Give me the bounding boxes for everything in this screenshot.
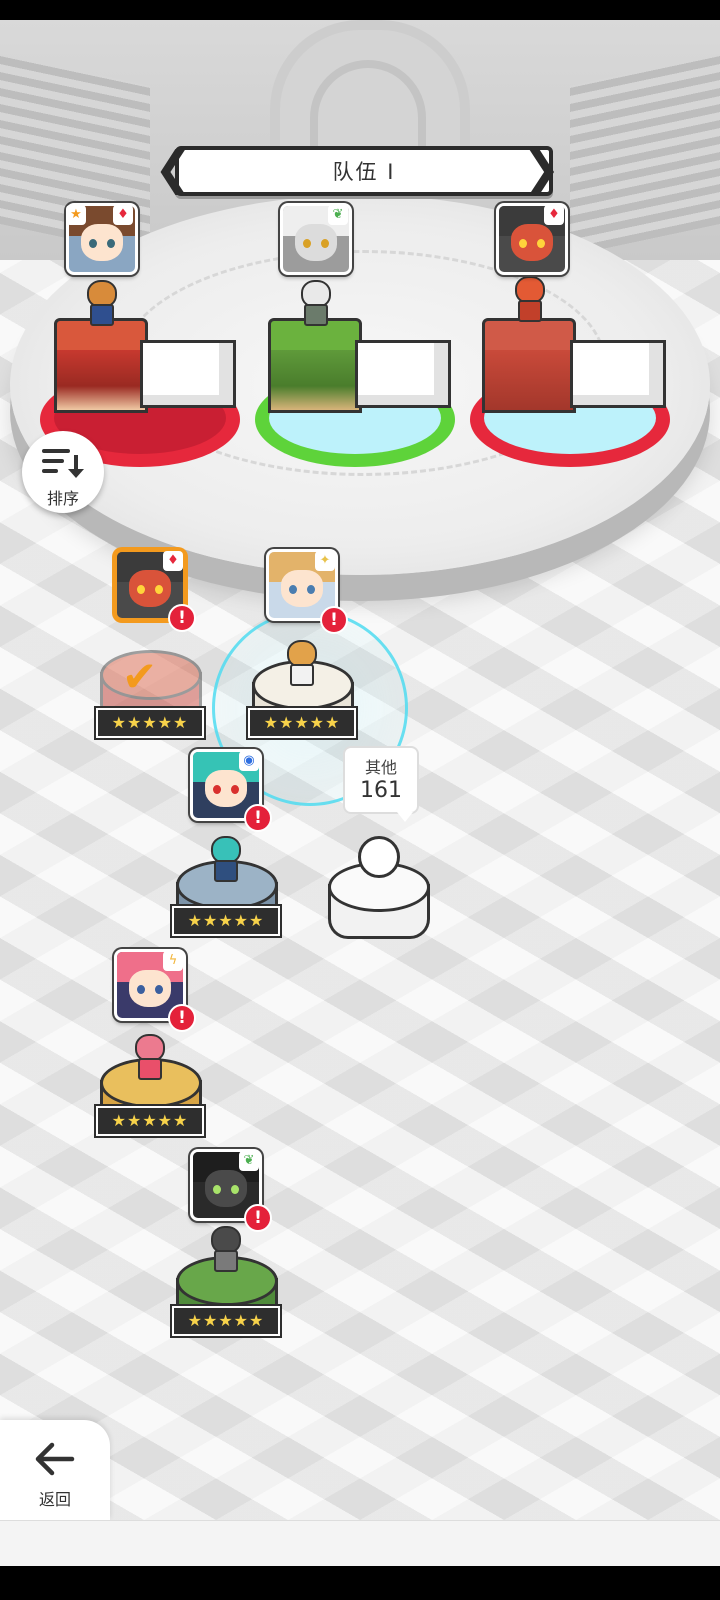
bottom-panel — [0, 1520, 720, 1567]
sort-button[interactable]: 排序 — [22, 431, 104, 513]
system-nav-bar — [0, 1566, 720, 1600]
alert-badge: ! — [320, 606, 348, 634]
team-name: 队伍 I — [332, 160, 396, 184]
star-rating: ★★★★★ — [172, 1306, 280, 1336]
alert-badge: ! — [244, 1204, 272, 1232]
alert-badge: ! — [244, 804, 272, 832]
heart-icon: ♦ — [544, 205, 564, 225]
status-bar — [0, 0, 720, 20]
alert-badge: ! — [168, 1004, 196, 1032]
pedestal-base — [54, 350, 148, 413]
pedestal-base — [482, 350, 576, 413]
star-rating: ★★★★★ — [96, 708, 204, 738]
checkmark-icon: ✔ — [122, 652, 158, 701]
character-sprite — [130, 1034, 166, 1080]
character-sprite — [282, 640, 318, 686]
team-name-banner: 队伍 I — [175, 146, 553, 196]
empty-cube — [140, 340, 236, 408]
silhouette-icon — [358, 836, 400, 878]
leaf-icon: ❦ — [328, 205, 348, 225]
heart-icon: ♦ — [163, 551, 183, 571]
star-rating: ★★★★★ — [248, 708, 356, 738]
character-sprite — [206, 836, 242, 882]
sort-descending-icon — [42, 449, 84, 478]
character-sprite — [296, 280, 332, 326]
heart-icon: ♦ — [113, 205, 133, 225]
others-tooltip[interactable]: 其他 161 — [343, 746, 419, 822]
alert-badge: ! — [168, 604, 196, 632]
character-sprite — [206, 1226, 242, 1272]
star-icon: ★ — [66, 205, 86, 225]
back-button[interactable]: 返回 — [0, 1420, 110, 1520]
star-rating: ★★★★★ — [96, 1106, 204, 1136]
water-icon: ◉ — [239, 751, 259, 771]
arrow-left-icon — [35, 1442, 75, 1476]
character-sprite — [82, 280, 118, 326]
empty-cube — [570, 340, 666, 408]
others-count: 161 — [360, 778, 402, 803]
arena-stairs-right — [570, 54, 720, 256]
sparkle-icon: ✦ — [315, 551, 335, 571]
game-screen: 队伍 I ❮ ❯ ♦ ★ ❦ ♦ 排序 ✔ ★★★★★ ♦ ! ★★★★★ ✦ … — [0, 0, 720, 1600]
lightning-icon: ϟ — [163, 951, 183, 971]
back-label: 返回 — [38, 1490, 71, 1509]
chevron-left-icon[interactable]: ❮ — [154, 145, 193, 196]
chevron-right-icon[interactable]: ❯ — [522, 145, 561, 196]
star-rating: ★★★★★ — [172, 906, 280, 936]
leaf-icon: ❦ — [239, 1151, 259, 1171]
character-sprite — [510, 276, 546, 322]
sort-label: 排序 — [46, 489, 79, 508]
others-label: 其他 — [364, 758, 397, 777]
pedestal-base — [268, 350, 362, 413]
empty-cube — [355, 340, 451, 408]
